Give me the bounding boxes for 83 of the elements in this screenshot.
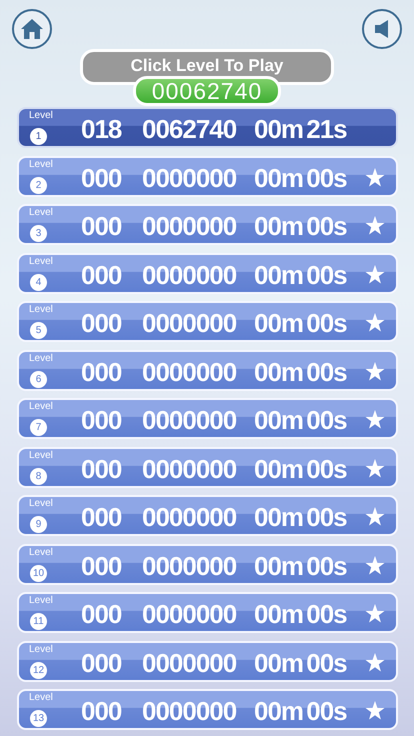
level-row[interactable]: Level 8 000 0000000 00m 00s	[17, 446, 398, 488]
level-number: 11	[30, 613, 47, 630]
level-number: 3	[30, 225, 47, 242]
level-score: 0000000	[142, 599, 236, 629]
level-label: Level	[29, 352, 53, 364]
level-row[interactable]: Level 9 000 0000000 00m 00s	[17, 495, 398, 536]
level-time: 00m 00s	[254, 308, 347, 338]
level-time: 00m 00s	[254, 648, 347, 678]
moves-count: 000	[81, 162, 122, 192]
level-time: 00m 00s	[254, 454, 347, 484]
moves-count: 000	[81, 599, 122, 629]
moves-count: 000	[81, 260, 122, 290]
moves-count: 000	[81, 550, 122, 580]
level-score: 0000000	[142, 162, 236, 192]
level-score: 0000000	[142, 260, 236, 290]
level-score: 0000000	[142, 648, 236, 678]
level-number: 13	[30, 710, 47, 727]
level-label: Level	[29, 692, 53, 703]
level-number: 12	[30, 662, 47, 678]
level-score: 0000000	[142, 502, 236, 532]
level-number: 6	[30, 370, 47, 388]
level-time: 00m 00s	[254, 696, 347, 726]
level-label: Level	[29, 498, 53, 509]
level-row[interactable]: Level 10 000 0000000 00m 00s	[17, 544, 398, 584]
level-time: 00m 00s	[254, 405, 347, 435]
level-score: 0000000	[142, 550, 236, 580]
level-label: Level	[29, 304, 53, 315]
level-number: 4	[30, 274, 47, 290]
level-score: 0000000	[142, 211, 236, 241]
level-score: 0000000	[142, 356, 236, 386]
level-row[interactable]: Level 5 000 0000000 00m 00s	[17, 301, 398, 342]
level-row[interactable]: Level 6 000 0000000 00m 00s	[17, 350, 398, 390]
level-number: 7	[30, 419, 47, 436]
level-time: 00m 00s	[254, 260, 347, 290]
moves-count: 000	[81, 454, 122, 484]
moves-count: 000	[81, 356, 122, 386]
level-row[interactable]: Level 13 000 0000000 00m 00s	[17, 689, 398, 730]
speaker-icon	[374, 20, 390, 38]
level-time: 00m 00s	[254, 356, 347, 386]
home-icon	[20, 18, 44, 40]
moves-count: 000	[81, 405, 122, 435]
level-row[interactable]: Level 12 000 0000000 00m 00s	[17, 640, 398, 682]
level-score: 0000000	[142, 696, 236, 726]
level-label: Level	[29, 450, 53, 460]
home-button[interactable]	[12, 9, 52, 49]
level-label: Level	[29, 158, 53, 170]
level-score: 0000000	[142, 308, 236, 338]
moves-count: 000	[81, 502, 122, 532]
level-row[interactable]: Level 1 018 0062740 00m 21s	[17, 107, 398, 148]
level-time: 00m 00s	[254, 550, 347, 580]
level-time: 00m 00s	[254, 599, 347, 629]
moves-count: 000	[81, 308, 122, 338]
level-row[interactable]: Level 3 000 0000000 00m 00s	[17, 204, 398, 245]
level-number: 2	[30, 176, 47, 194]
level-label: Level	[29, 595, 53, 606]
level-row[interactable]: Level 4 000 0000000 00m 00s	[17, 252, 398, 294]
moves-count: 000	[81, 211, 122, 241]
moves-count: 000	[81, 648, 122, 678]
level-time: 00m 21s	[254, 114, 347, 144]
level-number: 9	[30, 516, 47, 533]
level-score: 0000000	[142, 454, 236, 484]
level-number: 8	[30, 468, 47, 484]
level-time: 00m 00s	[254, 502, 347, 532]
level-label: Level	[29, 401, 53, 412]
level-number: 1	[30, 128, 47, 145]
level-score: 0000000	[142, 405, 236, 435]
level-row[interactable]: Level 11 000 0000000 00m 00s	[17, 592, 398, 633]
level-row[interactable]: Level 7 000 0000000 00m 00s	[17, 398, 398, 439]
level-label: Level	[29, 644, 53, 654]
level-time: 00m 00s	[254, 162, 347, 192]
moves-count: 018	[81, 114, 122, 144]
sound-button[interactable]	[362, 9, 402, 49]
level-number: 10	[30, 564, 47, 582]
level-score: 0062740	[142, 114, 236, 144]
level-row[interactable]: Level 2 000 0000000 00m 00s	[17, 156, 398, 196]
total-score: 00062740	[133, 76, 281, 106]
level-label: Level	[29, 256, 53, 266]
level-label: Level	[29, 546, 53, 558]
moves-count: 000	[81, 696, 122, 726]
level-number: 5	[30, 322, 47, 339]
level-label: Level	[29, 110, 53, 121]
level-time: 00m 00s	[254, 211, 347, 241]
level-label: Level	[29, 207, 53, 218]
